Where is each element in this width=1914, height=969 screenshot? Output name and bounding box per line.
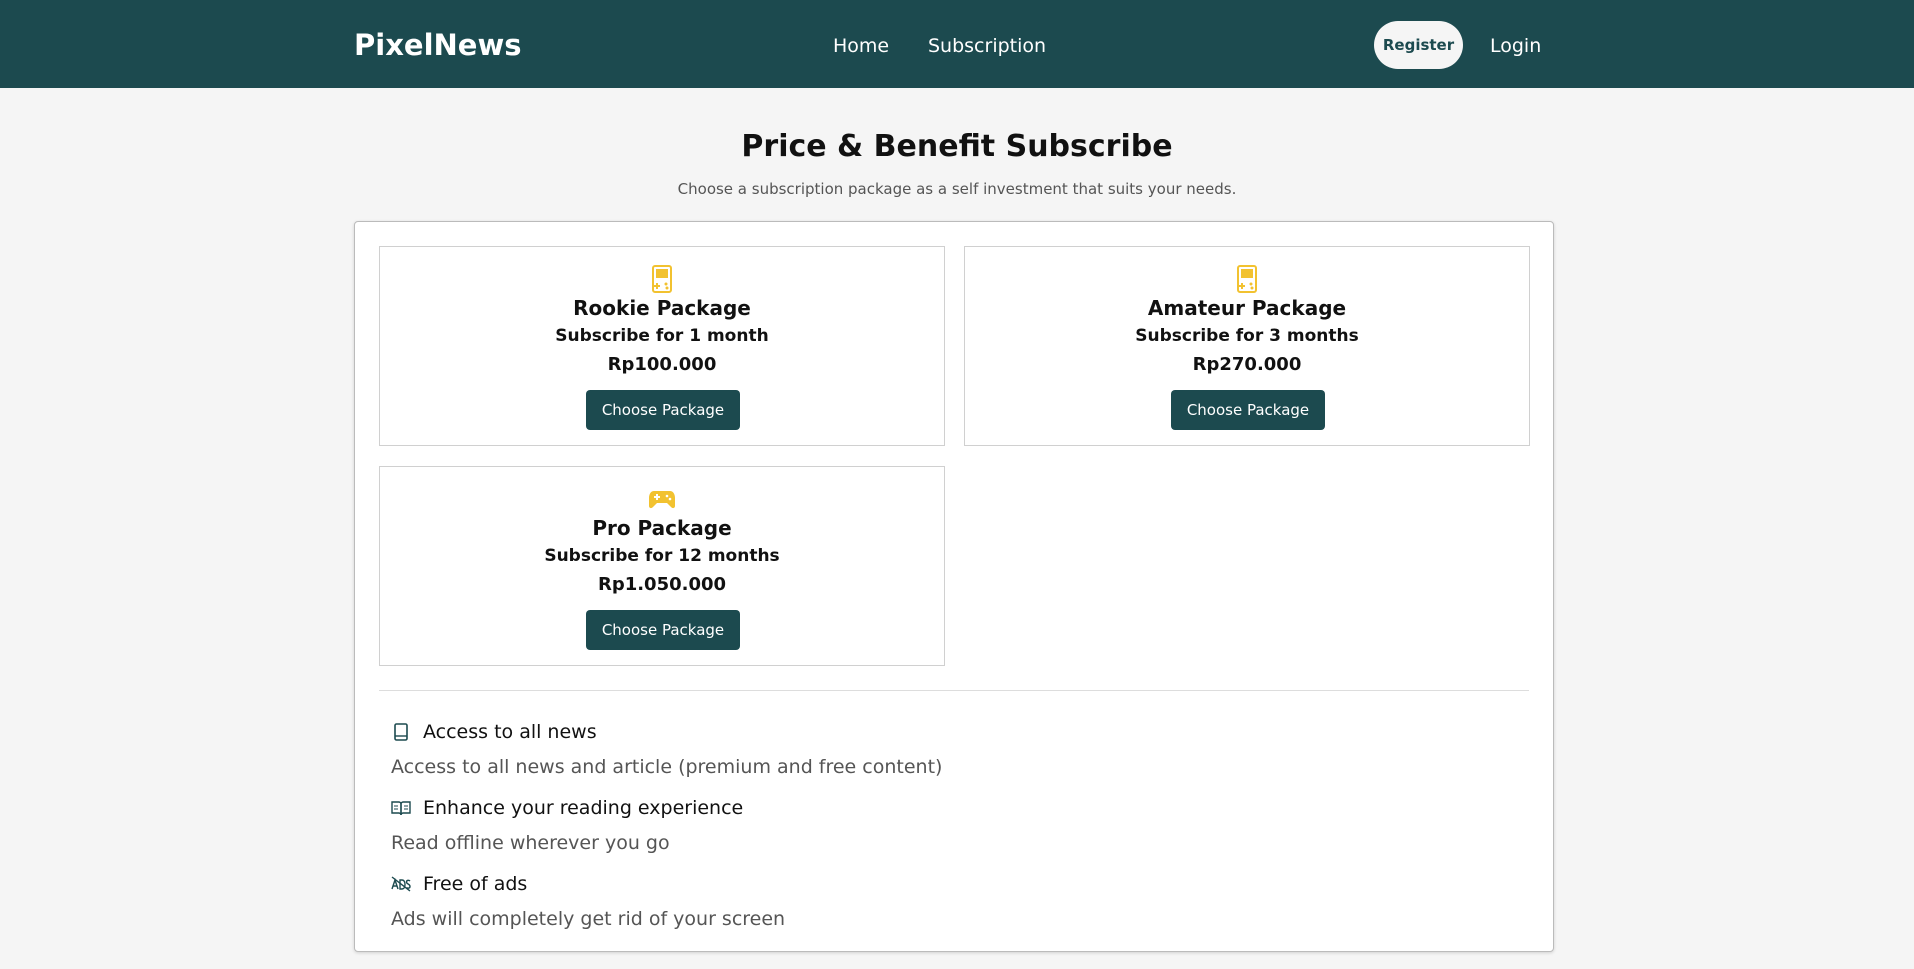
package-price: Rp1.050.000 bbox=[597, 574, 727, 595]
page-title: Price & Benefit Subscribe bbox=[741, 129, 1173, 164]
package-card-pro: Pro Package Subscribe for 12 months Rp1.… bbox=[379, 466, 945, 666]
subscription-panel: Rookie Package Subscribe for 1 month Rp1… bbox=[354, 221, 1554, 952]
benefit-title: Access to all news bbox=[423, 721, 597, 743]
open-book-icon bbox=[391, 798, 411, 818]
benefit-title: Enhance your reading experience bbox=[423, 797, 744, 819]
package-duration: Subscribe for 1 month bbox=[555, 326, 769, 346]
benefit-item: Access to all news Access to all news an… bbox=[391, 717, 1491, 781]
register-button[interactable]: Register bbox=[1374, 21, 1463, 69]
package-price: Rp270.000 bbox=[1192, 354, 1302, 375]
benefit-description: Read offline wherever you go bbox=[391, 832, 670, 854]
page-subtitle: Choose a subscription package as a self … bbox=[677, 180, 1237, 198]
package-name: Pro Package bbox=[592, 516, 732, 540]
choose-package-button-rookie[interactable]: Choose Package bbox=[586, 390, 740, 430]
book-icon bbox=[391, 722, 411, 742]
package-name: Amateur Package bbox=[1147, 296, 1347, 320]
login-link[interactable]: Login bbox=[1490, 32, 1541, 60]
ads-off-icon bbox=[391, 874, 411, 894]
benefit-item: Free of ads Ads will completely get rid … bbox=[391, 869, 1491, 933]
gamepad-icon bbox=[380, 484, 944, 514]
choose-package-button-pro[interactable]: Choose Package bbox=[586, 610, 740, 650]
top-navbar: PixelNews Home Subscription Register Log… bbox=[0, 0, 1914, 88]
package-duration: Subscribe for 12 months bbox=[544, 546, 780, 566]
nav-home-link[interactable]: Home bbox=[833, 32, 889, 60]
benefit-description: Ads will completely get rid of your scre… bbox=[391, 908, 786, 930]
nav-subscription-link[interactable]: Subscription bbox=[928, 32, 1046, 60]
package-price: Rp100.000 bbox=[607, 354, 717, 375]
benefit-title: Free of ads bbox=[423, 873, 528, 895]
package-card-amateur: Amateur Package Subscribe for 3 months R… bbox=[964, 246, 1530, 446]
section-divider bbox=[379, 690, 1529, 691]
package-card-rookie: Rookie Package Subscribe for 1 month Rp1… bbox=[379, 246, 945, 446]
benefit-description: Access to all news and article (premium … bbox=[391, 756, 943, 778]
choose-package-button-amateur[interactable]: Choose Package bbox=[1171, 390, 1325, 430]
benefit-item: Enhance your reading experience Read off… bbox=[391, 793, 1491, 857]
package-name: Rookie Package bbox=[573, 296, 751, 320]
package-duration: Subscribe for 3 months bbox=[1135, 326, 1359, 346]
handheld-console-icon bbox=[380, 264, 944, 294]
handheld-console-icon bbox=[965, 264, 1529, 294]
brand-logo[interactable]: PixelNews bbox=[354, 25, 522, 65]
